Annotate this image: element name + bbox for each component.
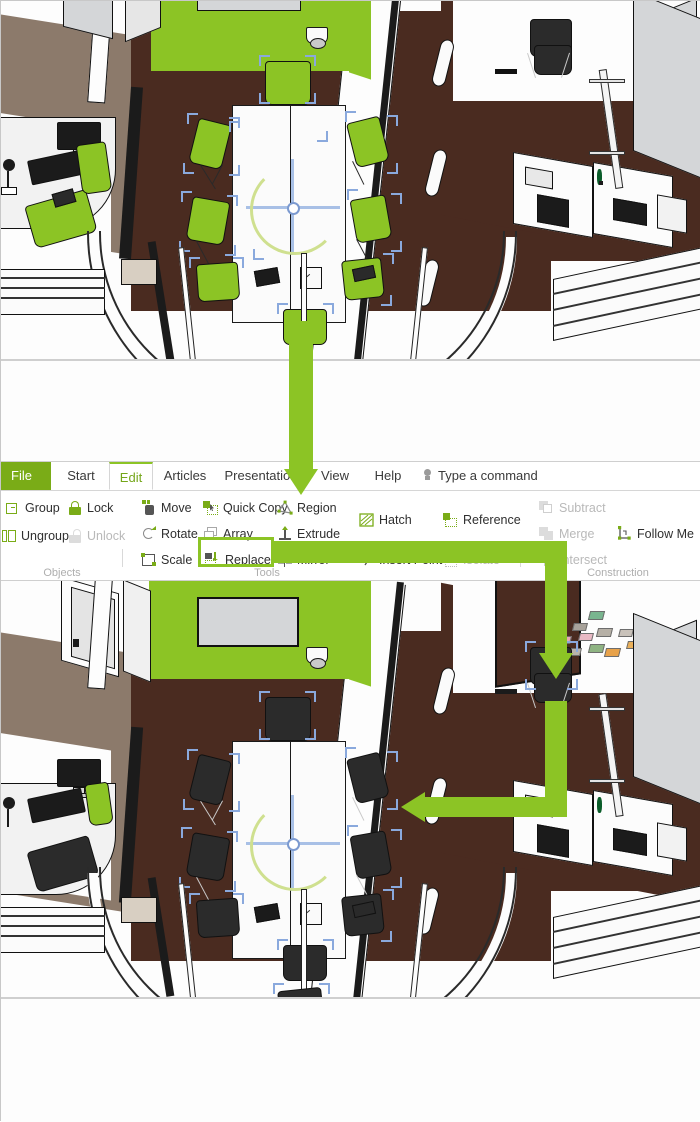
intersect-label: Intersect <box>559 553 607 567</box>
sticky-note <box>578 633 594 641</box>
sticky-note <box>587 611 606 620</box>
unlock-label: Unlock <box>87 529 126 543</box>
subtract-label: Subtract <box>559 501 606 515</box>
rotate-label: Rotate <box>161 527 198 541</box>
isolate-icon <box>443 552 459 568</box>
reference-icon <box>443 512 459 528</box>
hatch-button[interactable]: Hatch <box>359 509 412 531</box>
sticky-note <box>603 648 622 657</box>
follow-me-label: Follow Me <box>637 527 694 541</box>
ribbon-group-objects: Group Ungroup Lock Unlock Objects <box>1 491 125 582</box>
tab-help[interactable]: Help <box>365 462 411 490</box>
move-hand-icon <box>141 500 157 516</box>
group-label-construction: Construction <box>587 567 649 579</box>
viewport-after[interactable] <box>1 581 700 1122</box>
tab-articles[interactable]: Articles <box>155 462 215 490</box>
follow-me-button[interactable]: Follow Me <box>617 523 694 545</box>
group-button[interactable]: Group <box>5 497 60 519</box>
reference-button[interactable]: Reference <box>443 509 521 531</box>
tab-presentation[interactable]: Presentation <box>217 462 305 490</box>
rotate-icon <box>141 526 157 542</box>
lock-open-icon <box>67 528 83 544</box>
rotate-button[interactable]: Rotate <box>141 523 198 545</box>
merge-button: Merge <box>539 523 594 545</box>
extrude-label: Extrude <box>297 527 341 541</box>
extrude-icon <box>277 526 293 542</box>
sticky-note <box>572 623 588 631</box>
sticky-note <box>587 644 606 653</box>
tab-file[interactable]: File <box>1 462 51 490</box>
move-label: Move <box>161 501 192 515</box>
group-label-objects: Objects <box>43 567 81 579</box>
group-label-tools: Tools <box>254 567 280 579</box>
subtract-icon <box>539 500 555 516</box>
sticky-note <box>595 628 614 637</box>
unlock-button: Unlock <box>67 525 125 547</box>
tab-edit[interactable]: Edit <box>109 462 153 490</box>
application-window: File Start Edit Articles Presentation Vi… <box>0 0 700 1122</box>
insert-point-icon <box>359 552 375 568</box>
replace-highlight-box <box>198 537 274 567</box>
hatch-icon <box>359 512 375 528</box>
ribbon-groups: Group Ungroup Lock Unlock Objects Move R… <box>1 491 700 582</box>
follow-me-icon <box>617 526 633 542</box>
lightbulb-icon <box>421 469 434 482</box>
lock-closed-icon <box>67 500 83 516</box>
tab-start[interactable]: Start <box>55 462 107 490</box>
command-search-label: Type a command <box>438 468 538 483</box>
quick-copy-button[interactable]: Quick Copy <box>203 497 288 519</box>
tab-view[interactable]: View <box>311 462 359 490</box>
ribbon-tab-bar[interactable]: File Start Edit Articles Presentation Vi… <box>1 462 700 491</box>
move-button[interactable]: Move <box>141 497 192 519</box>
lock-button[interactable]: Lock <box>67 497 113 519</box>
hatch-label: Hatch <box>379 513 412 527</box>
mirror-label: Mirror <box>297 553 330 567</box>
extrude-button[interactable]: Extrude <box>277 523 340 545</box>
quick-copy-icon <box>203 500 219 516</box>
intersect-icon <box>539 552 555 568</box>
isolate-label: Isolate <box>463 553 500 567</box>
region-button[interactable]: Region <box>277 497 337 519</box>
insert-point-label: Insert Point <box>379 553 443 567</box>
scale-label: Scale <box>161 553 193 567</box>
isolate-button: Isolate <box>443 549 500 571</box>
command-search-box[interactable]: Type a command <box>421 462 538 490</box>
ungroup-button[interactable]: Ungroup <box>1 525 69 547</box>
merge-icon <box>539 526 555 542</box>
viewport-before[interactable] <box>1 1 700 461</box>
ribbon[interactable]: File Start Edit Articles Presentation Vi… <box>1 461 700 581</box>
subtract-button: Subtract <box>539 497 606 519</box>
sticky-note <box>618 629 634 637</box>
reference-label: Reference <box>463 513 521 527</box>
ungroup-icon <box>1 528 17 544</box>
group-label: Group <box>25 501 60 515</box>
region-icon <box>277 500 293 516</box>
ribbon-group-tools: Move Rotate Scale Quick Copy Array Repla… <box>137 491 533 582</box>
region-label: Region <box>297 501 337 515</box>
ungroup-label: Ungroup <box>21 529 69 543</box>
group-icon <box>5 500 21 516</box>
lock-label: Lock <box>87 501 114 515</box>
scale-icon <box>141 552 157 568</box>
merge-label: Merge <box>559 527 595 541</box>
mirror-icon <box>277 552 293 568</box>
ribbon-group-construction: Subtract Merge Intersect Follow Me Const… <box>535 491 700 582</box>
